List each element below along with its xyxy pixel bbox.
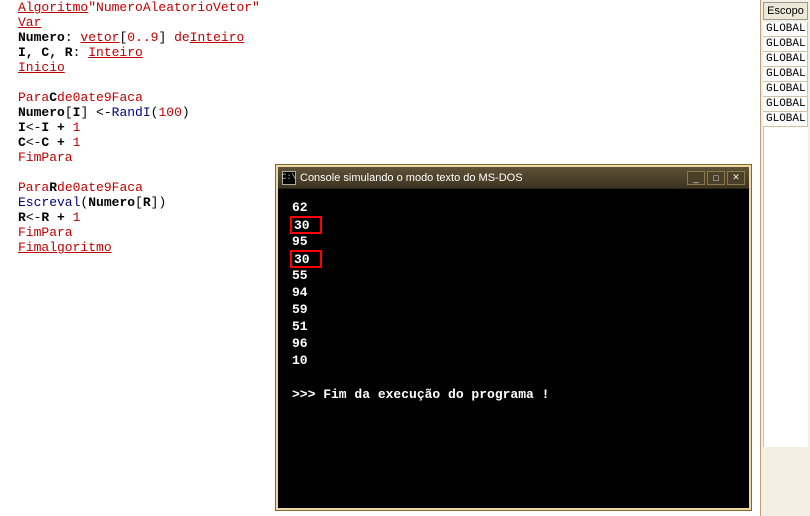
console-output-line: 30 xyxy=(292,216,735,233)
close-button[interactable]: ✕ xyxy=(727,171,745,185)
console-output-line: 96 xyxy=(292,335,735,352)
console-output-line: 30 xyxy=(292,250,735,267)
kw-algoritmo: Algoritmo xyxy=(18,0,88,15)
console-titlebar[interactable]: C:\ Console simulando o modo texto do MS… xyxy=(278,167,749,189)
scope-cell: GLOBAL xyxy=(763,82,808,97)
console-icon: C:\ xyxy=(282,171,296,185)
scope-cell: GLOBAL xyxy=(763,112,808,127)
kw-var: Var xyxy=(18,15,41,30)
minimize-button[interactable]: _ xyxy=(687,171,705,185)
decl-numero: Numero xyxy=(18,30,65,45)
console-output-line: 59 xyxy=(292,301,735,318)
console-output-line: 62 xyxy=(292,199,735,216)
console-output-line: 95 xyxy=(292,233,735,250)
scope-cell: GLOBAL xyxy=(763,67,808,82)
console-output-line: 94 xyxy=(292,284,735,301)
console-body: 62309530559459519610 >>> Fim da execução… xyxy=(278,189,749,508)
console-output-line: 55 xyxy=(292,267,735,284)
console-end-msg: >>> Fim da execução do programa ! xyxy=(292,386,735,403)
decl-icr: I, C, R xyxy=(18,45,73,60)
console-window[interactable]: C:\ Console simulando o modo texto do MS… xyxy=(276,165,751,510)
scope-cell: GLOBAL xyxy=(763,97,808,112)
console-title: Console simulando o modo texto do MS-DOS xyxy=(300,172,687,184)
scope-cell: GLOBAL xyxy=(763,37,808,52)
console-output-line: 51 xyxy=(292,318,735,335)
highlight-box: 30 xyxy=(290,216,322,234)
scope-panel: Escopo GLOBALGLOBALGLOBALGLOBALGLOBALGLO… xyxy=(760,0,810,516)
scope-cell: GLOBAL xyxy=(763,22,808,37)
kw-inicio: Inicio xyxy=(18,60,65,75)
highlight-box: 30 xyxy=(290,250,322,268)
alg-name: "NumeroAleatorioVetor" xyxy=(88,0,260,15)
kw-fimalgoritmo: Fimalgoritmo xyxy=(18,240,112,255)
scope-header: Escopo xyxy=(763,2,808,20)
scope-cell: GLOBAL xyxy=(763,52,808,67)
console-output-line: 10 xyxy=(292,352,735,369)
maximize-button[interactable]: □ xyxy=(707,171,725,185)
